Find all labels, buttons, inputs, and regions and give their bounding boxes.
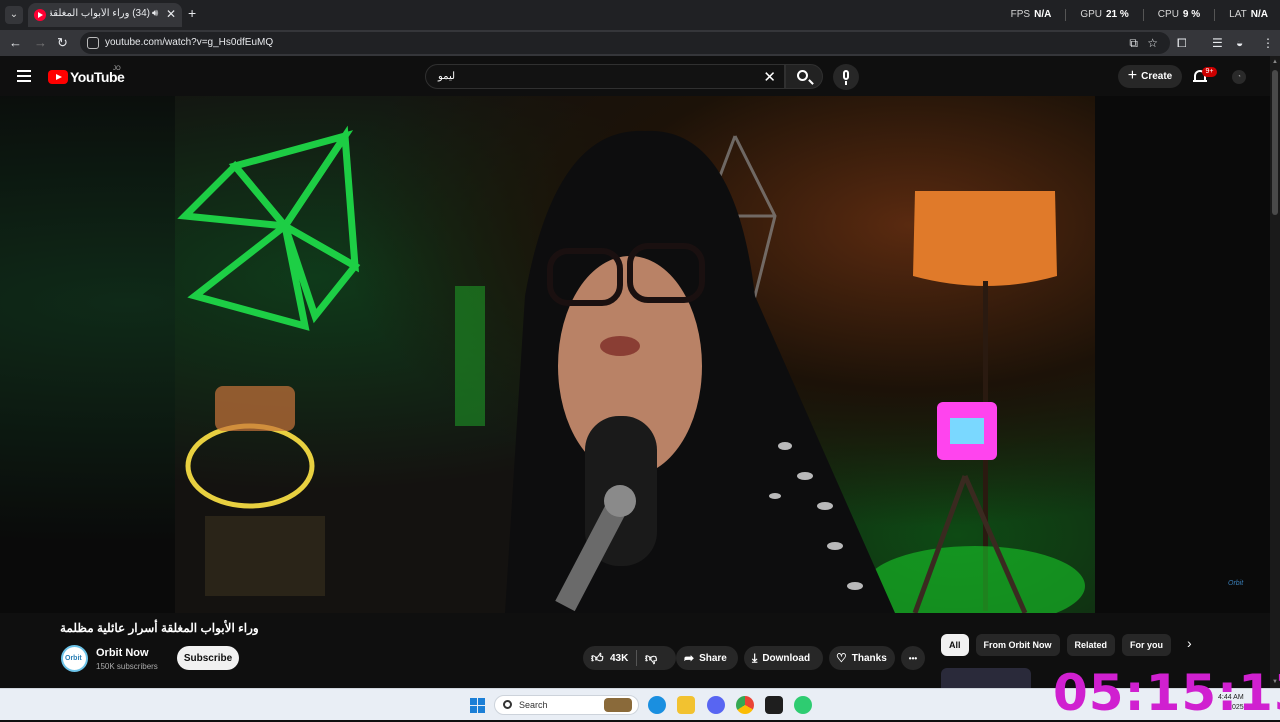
- download-label: Download: [762, 652, 811, 664]
- menu-hamburger-icon[interactable]: [17, 70, 31, 82]
- clear-search-icon[interactable]: ✕: [763, 68, 776, 86]
- tab-search-button[interactable]: ⌄: [5, 6, 23, 24]
- windows-start-icon[interactable]: [470, 698, 485, 713]
- youtube-favicon-icon: [34, 9, 46, 21]
- search-query: ليمو: [438, 71, 456, 82]
- app-icon[interactable]: [794, 696, 812, 714]
- file-explorer-icon[interactable]: [677, 696, 695, 714]
- video-frame[interactable]: [175, 96, 1095, 613]
- download-icon: ⤓: [752, 650, 758, 665]
- search-input[interactable]: ليمو ✕: [425, 64, 785, 89]
- perf-lat: LAT N/A: [1229, 9, 1268, 20]
- download-button[interactable]: ⤓ Download: [744, 646, 823, 670]
- scroll-up-icon[interactable]: ▲: [1272, 59, 1278, 65]
- address-bar[interactable]: youtube.com/watch?v=g_Hs0dfEuMQ ⧉ ☆: [80, 32, 1170, 54]
- video-player[interactable]: Orbit: [0, 96, 1270, 613]
- chevron-right-icon[interactable]: ›: [1187, 635, 1192, 651]
- extensions-puzzle-icon[interactable]: ⧠: [1177, 36, 1187, 51]
- chip-from-channel[interactable]: From Orbit Now: [975, 634, 1060, 656]
- reload-icon[interactable]: ↻: [57, 35, 68, 51]
- create-label: Create: [1141, 71, 1173, 82]
- create-button[interactable]: + Create: [1118, 65, 1182, 88]
- edge-icon[interactable]: [648, 696, 666, 714]
- chrome-icon[interactable]: [736, 696, 754, 714]
- perf-cpu: CPU 9 %: [1157, 9, 1201, 20]
- channel-watermark[interactable]: Orbit: [1228, 580, 1243, 587]
- browser-tab-bar: ⌄ (34) وراء الأبواب المغلقة أسرار 🔊︎ ✕ +…: [0, 0, 1280, 30]
- discord-icon[interactable]: [707, 696, 725, 714]
- search-icon: [797, 70, 808, 81]
- taskbar-search-label: Search: [519, 700, 548, 710]
- video-title: وراء الأبواب المغلقة أسرار عائلية مظلمة: [60, 621, 259, 635]
- terminal-icon[interactable]: [765, 696, 783, 714]
- divider: [636, 650, 637, 666]
- video-scene-image: [177, 125, 1085, 613]
- microphone-icon: [843, 70, 849, 80]
- profile-icon[interactable]: ◒: [1236, 36, 1243, 50]
- channel-avatar[interactable]: Orbit: [61, 645, 88, 672]
- voice-search-button[interactable]: [833, 64, 859, 90]
- reading-list-icon[interactable]: ☰: [1212, 36, 1223, 50]
- browser-toolbar: ← → ↻ youtube.com/watch?v=g_Hs0dfEuMQ ⧉ …: [0, 30, 1280, 56]
- like-count[interactable]: 43K: [610, 653, 628, 664]
- new-tab-button[interactable]: +: [188, 5, 196, 21]
- url-text: youtube.com/watch?v=g_Hs0dfEuMQ: [105, 37, 274, 48]
- search-highlight-image: [604, 698, 632, 712]
- related-filter-chips: All From Orbit Now Related For you: [941, 634, 1172, 656]
- forward-arrow-icon[interactable]: →: [34, 35, 47, 50]
- subscribe-button[interactable]: Subscribe: [177, 646, 239, 670]
- scrollbar-thumb[interactable]: [1272, 70, 1278, 215]
- more-actions-button[interactable]: •••: [901, 646, 925, 670]
- like-dislike-group: 👍︎ 43K 👎︎: [583, 646, 676, 670]
- search-icon: [503, 700, 512, 709]
- youtube-header: YouTube JO ليمو ✕ + Create ◔: [0, 56, 1270, 96]
- divider: [1214, 9, 1216, 21]
- divider: [1065, 9, 1067, 21]
- tab-close-icon[interactable]: ✕: [166, 7, 176, 21]
- plus-icon: +: [1127, 66, 1138, 84]
- divider: [1142, 9, 1144, 21]
- perf-fps: FPS N/A: [1010, 9, 1052, 20]
- thanks-label: Thanks: [851, 652, 887, 664]
- thumbs-up-icon[interactable]: 👍︎: [591, 651, 604, 666]
- perf-gpu: GPU 21 %: [1080, 9, 1129, 20]
- taskbar-search[interactable]: Search: [494, 695, 639, 715]
- region-code: JO: [113, 66, 121, 72]
- speaker-icon[interactable]: 🔊︎: [152, 8, 158, 19]
- install-app-icon[interactable]: ⧉: [1129, 36, 1138, 51]
- browser-tab[interactable]: (34) وراء الأبواب المغلقة أسرار 🔊︎ ✕: [28, 3, 182, 27]
- browser-menu-icon[interactable]: ⋮: [1262, 36, 1274, 50]
- account-avatar[interactable]: ◔: [1232, 70, 1246, 84]
- share-button[interactable]: ➦ Share: [676, 646, 738, 670]
- subscriber-count: 150K subscribers: [96, 662, 158, 671]
- share-arrow-icon: ➦: [684, 651, 695, 665]
- chip-all[interactable]: All: [941, 634, 969, 656]
- thumbs-down-icon[interactable]: 👎︎: [645, 651, 657, 666]
- recommended-video-thumbnail[interactable]: [941, 668, 1031, 690]
- thanks-button[interactable]: ♡ Thanks: [829, 646, 895, 670]
- back-arrow-icon[interactable]: ←: [9, 35, 22, 50]
- timer-overlay: 05:15:13: [1053, 664, 1280, 722]
- channel-name[interactable]: Orbit Now: [96, 647, 149, 659]
- heart-dollar-icon: ♡: [836, 651, 847, 665]
- chip-related[interactable]: Related: [1066, 634, 1116, 656]
- notification-badge: 9+: [1202, 67, 1217, 77]
- page-scrollbar[interactable]: ▲ ▼: [1270, 56, 1280, 688]
- search-button[interactable]: [785, 64, 823, 89]
- site-info-icon[interactable]: [87, 37, 99, 49]
- performance-overlay: FPS N/A GPU 21 % CPU 9 % LAT N/A: [1011, 9, 1268, 21]
- youtube-play-icon: [48, 70, 68, 84]
- chip-for-you[interactable]: For you: [1122, 634, 1172, 656]
- share-label: Share: [699, 652, 727, 664]
- tab-title: (34) وراء الأبواب المغلقة أسرار: [50, 8, 150, 19]
- bookmark-star-icon[interactable]: ☆: [1147, 36, 1158, 50]
